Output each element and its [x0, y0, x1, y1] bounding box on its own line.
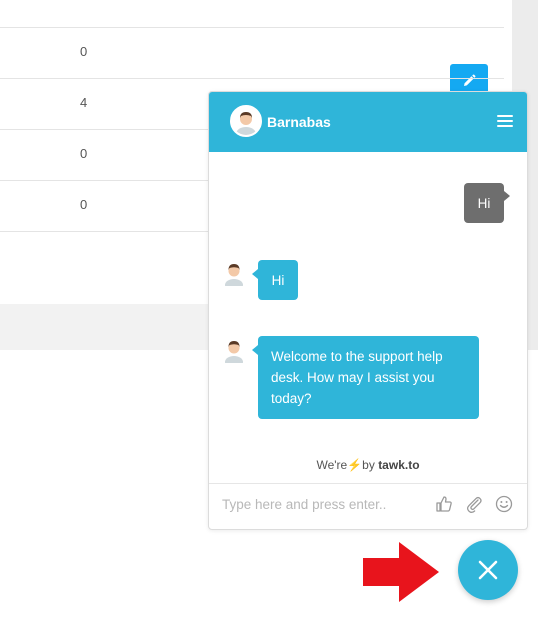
agent-avatar: [230, 105, 262, 137]
menu-icon[interactable]: [497, 115, 513, 127]
table-cell-count: 0: [80, 197, 88, 212]
emoji-icon[interactable]: [494, 494, 514, 514]
message-input[interactable]: [222, 497, 422, 512]
message-text: Hi: [271, 272, 285, 288]
powered-by[interactable]: We're⚡by tawk.to: [209, 458, 527, 472]
close-icon: [478, 560, 498, 580]
message-composer: [209, 483, 527, 529]
table-cell-count: 0: [80, 146, 88, 161]
agent-message: Hi: [252, 260, 298, 300]
agent-avatar-icon: [225, 341, 243, 363]
red-arrow-annotation: [363, 542, 439, 602]
chat-header: Barnabas: [209, 92, 527, 152]
chat-widget: Barnabas Hi Hi Welcome to the support he…: [208, 91, 528, 530]
visitor-message: Hi: [464, 183, 510, 223]
thumbs-up-icon[interactable]: [434, 494, 454, 514]
message-text: Hi: [477, 195, 491, 211]
agent-avatar-icon: [232, 107, 260, 135]
agent-name: Barnabas: [267, 114, 331, 130]
lightning-icon: ⚡: [347, 458, 363, 472]
table-row: 0: [0, 27, 504, 98]
agent-message: Welcome to the support help desk. How ma…: [252, 336, 479, 419]
brand-name: tawk.to: [378, 458, 420, 472]
table-cell-count: 0: [80, 44, 88, 59]
table-cell-count: 4: [80, 95, 88, 110]
attachment-icon[interactable]: [464, 494, 484, 514]
powered-prefix: We're: [316, 458, 348, 472]
message-text: Welcome to the support help desk. How ma…: [271, 349, 443, 406]
powered-by-text: by: [362, 458, 375, 472]
close-chat-button[interactable]: [458, 540, 518, 600]
agent-avatar-icon: [225, 264, 243, 286]
